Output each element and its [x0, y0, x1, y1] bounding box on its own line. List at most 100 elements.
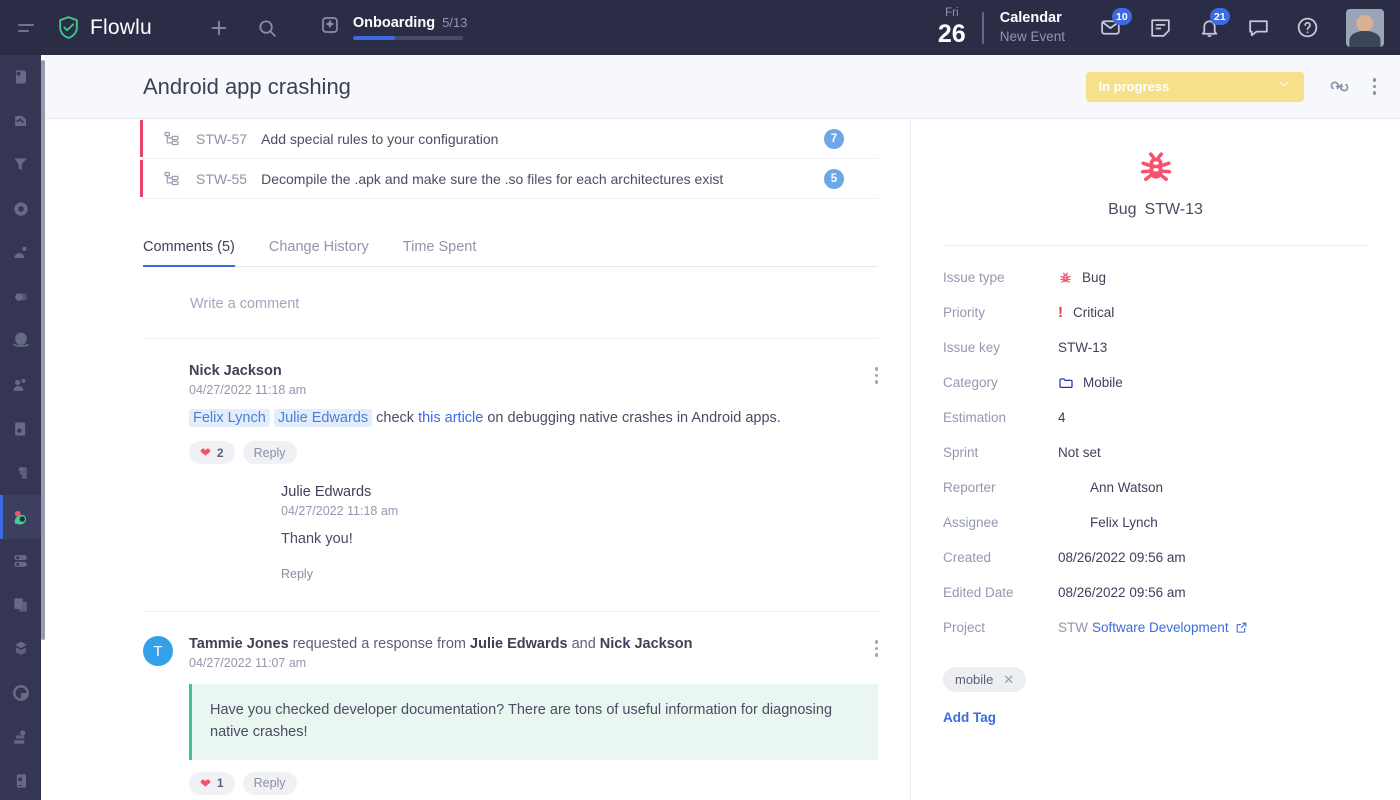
table-row[interactable]: STW-55 Decompile the .apk and make sure t… [140, 159, 878, 199]
sidebar-item-favorites[interactable] [0, 55, 41, 99]
property-value[interactable]: Bug [1058, 270, 1106, 285]
avatar[interactable] [856, 168, 878, 190]
task-count-badge: 5 [824, 168, 844, 189]
sidebar-item-time[interactable] [0, 671, 41, 715]
reply-button[interactable]: Reply [242, 771, 297, 795]
inbox-icon [11, 419, 31, 439]
comment-link[interactable]: this article [418, 410, 483, 426]
tag-list: mobile ✕ [943, 667, 1368, 692]
comment-menu-icon[interactable] [874, 640, 878, 657]
status-badge[interactable]: In progress [1085, 71, 1304, 102]
onboarding-count: 5/13 [442, 15, 468, 30]
search-icon[interactable] [256, 17, 278, 39]
property-label: Category [943, 375, 998, 390]
like-button[interactable]: ❤ 2 [189, 441, 235, 465]
property-value[interactable]: ! Critical [1058, 304, 1114, 321]
tab-time-spent[interactable]: Time Spent [403, 239, 477, 266]
property-value[interactable]: Felix Lynch [1058, 511, 1158, 534]
property-value[interactable]: Not set [1058, 445, 1101, 460]
calendar-widget[interactable]: Calendar New Event [1000, 9, 1065, 47]
comment-text-before: check [376, 410, 419, 426]
team-icon [11, 375, 31, 395]
sidebar-item-projects[interactable] [0, 495, 41, 539]
comment-menu-icon[interactable] [874, 367, 878, 384]
avatar: T [143, 636, 173, 667]
brand-logo[interactable]: Flowlu [56, 15, 152, 40]
sidebar-scrollbar[interactable] [41, 60, 45, 640]
avatar[interactable] [1346, 8, 1384, 47]
sidebar-item-deliver[interactable] [0, 627, 41, 671]
property-value[interactable]: STW-13 [1058, 340, 1107, 355]
comment-text: Felix Lynch Julie Edwards check this art… [189, 408, 878, 429]
links-icon [11, 287, 31, 307]
mention-chip[interactable]: Julie Edwards [273, 409, 373, 427]
heart-shield-icon [11, 67, 31, 87]
sidebar-item-links[interactable] [0, 275, 41, 319]
add-tag-button[interactable]: Add Tag [943, 710, 1368, 725]
like-button[interactable]: ❤ 1 [189, 771, 235, 795]
onboarding-widget[interactable]: Onboarding 5/13 [318, 13, 467, 42]
property-value-text: Mobile [1083, 375, 1123, 390]
link-icon[interactable] [1328, 75, 1351, 98]
upload-icon [11, 463, 31, 483]
notes-icon[interactable] [1148, 15, 1173, 40]
project-prefix: STW [1058, 620, 1088, 635]
sidebar-item-team[interactable] [0, 363, 41, 407]
task-key: STW-57 [196, 130, 248, 147]
table-row[interactable]: STW-57 Add special rules to your configur… [140, 119, 878, 159]
external-link-icon[interactable] [1235, 621, 1248, 634]
subtask-icon [163, 170, 180, 187]
mail-icon[interactable]: 10 [1099, 8, 1132, 40]
comment: T Tammie Jones requested a response from… [143, 612, 878, 795]
property-row: Reporter Ann Watson [943, 470, 1368, 505]
comment-input[interactable]: Write a comment [190, 296, 299, 312]
projects-icon [11, 507, 31, 527]
chat-icon[interactable] [1246, 15, 1271, 40]
sidebar-item-docs[interactable] [0, 583, 41, 627]
tab-change-history[interactable]: Change History [269, 239, 369, 266]
reply-button[interactable]: Reply [242, 441, 297, 465]
sidebar-item-contacts[interactable] [0, 231, 41, 275]
property-label: Issue key [943, 340, 1001, 355]
write-comment-row[interactable]: Write a comment [143, 267, 878, 339]
calendar-title: Calendar [999, 9, 1062, 26]
avatar [235, 484, 265, 514]
close-icon[interactable]: ✕ [1003, 672, 1014, 688]
top-bar-right: Fri 26 Calendar New Event 10 21 [938, 0, 1400, 55]
kebab-menu-icon[interactable] [1372, 78, 1376, 95]
reply-author: Julie Edwards [281, 484, 372, 501]
sidebar-item-inbox[interactable] [0, 407, 41, 451]
property-value[interactable]: Mobile [1058, 375, 1123, 391]
reply-button[interactable]: Reply [281, 562, 324, 585]
onboarding-title: Onboarding [352, 15, 436, 31]
tag-chip[interactable]: mobile ✕ [943, 667, 1027, 692]
divider [981, 11, 984, 44]
help-icon[interactable] [1295, 15, 1320, 40]
comment-timestamp: 04/27/2022 11:07 am [189, 656, 307, 671]
property-value[interactable]: Ann Watson [1058, 476, 1163, 499]
property-value[interactable]: 08/26/2022 09:56 am [1058, 550, 1186, 565]
avatar[interactable] [856, 128, 878, 150]
sidebar-item-funnel[interactable] [0, 143, 41, 187]
sidebar-item-analytics[interactable] [0, 187, 41, 231]
sidebar-item-settings[interactable] [0, 759, 41, 800]
sidebar-item-finance[interactable] [0, 715, 41, 759]
property-row: Estimation 4 [943, 400, 1368, 435]
sidebar-item-upload[interactable] [0, 451, 41, 495]
plus-icon[interactable] [208, 17, 230, 39]
sidebar-item-feed[interactable] [0, 99, 41, 143]
heart-icon: ❤ [200, 445, 211, 461]
hamburger-icon[interactable] [18, 17, 40, 39]
sidebar-item-toggles[interactable] [0, 539, 41, 583]
sidebar-item-planet[interactable] [0, 319, 41, 363]
project-link[interactable]: Software Development [1092, 620, 1229, 635]
mention-chip[interactable]: Felix Lynch [189, 409, 270, 427]
property-value[interactable]: 08/26/2022 09:56 am [1058, 585, 1186, 600]
property-label: Priority [943, 305, 986, 320]
bell-icon[interactable]: 21 [1197, 8, 1230, 40]
tab-comments[interactable]: Comments (5) [143, 239, 235, 267]
comment-timestamp: 04/27/2022 11:18 am [189, 383, 307, 397]
app-root: Flowlu Onboarding 5/13 Fri 26 Calendar N… [0, 0, 1400, 800]
status-label: In progress [1098, 79, 1170, 94]
property-value[interactable]: 4 [1058, 410, 1066, 425]
